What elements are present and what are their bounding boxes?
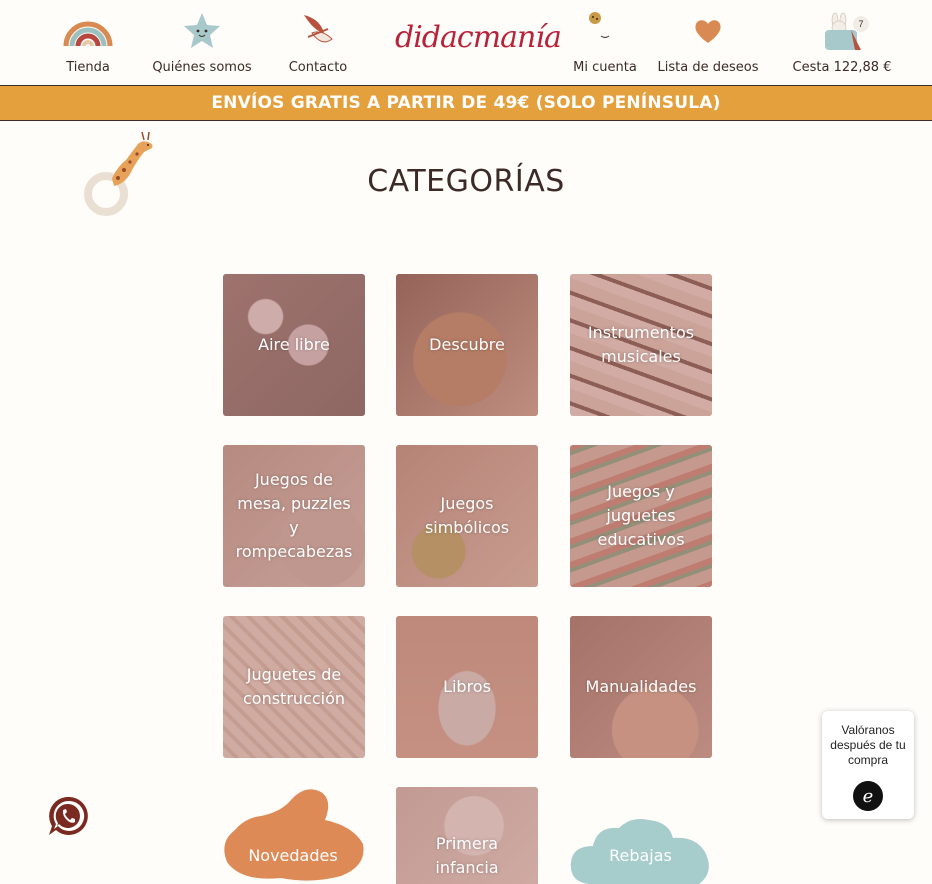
- nav-lista-deseos-label: Lista de deseos: [657, 60, 759, 75]
- nav-cesta[interactable]: 7 Cesta 122,88 €: [782, 8, 902, 75]
- category-manualidades[interactable]: Manualidades: [570, 616, 712, 758]
- category-label: Aire libre: [258, 335, 330, 354]
- category-label: Novedades: [248, 845, 338, 865]
- heart-icon: [648, 8, 768, 54]
- nav-quienes-somos[interactable]: Quiénes somos: [142, 8, 262, 75]
- review-widget[interactable]: Valóranos después de tu compra e: [822, 711, 914, 819]
- nav-contacto[interactable]: Contacto: [258, 8, 378, 75]
- category-label: Rebajas: [609, 845, 672, 865]
- whatsapp-button[interactable]: [46, 794, 90, 838]
- star-icon: [142, 8, 262, 54]
- category-instrumentos-musicales[interactable]: Instrumentos musicales: [570, 274, 712, 416]
- basket-icon: [782, 8, 902, 54]
- category-rebajas[interactable]: Rebajas: [569, 816, 712, 884]
- trusted-shops-icon: e: [853, 781, 883, 811]
- nav-mi-cuenta-label: Mi cuenta: [573, 60, 637, 75]
- nav-cesta-label: Cesta 122,88 €: [792, 60, 892, 75]
- logo-text: didacmanía: [395, 20, 562, 55]
- category-juegos-mesa-puzzles[interactable]: Juegos de mesa, puzzles y rompecabezas: [223, 445, 365, 587]
- whatsapp-icon: [49, 796, 88, 835]
- category-label: Juegos simbólicos: [424, 494, 510, 537]
- category-juguetes-construccion[interactable]: Juguetes de construcción: [223, 616, 365, 758]
- category-label: Manualidades: [585, 677, 697, 696]
- category-aire-libre[interactable]: Aire libre: [223, 274, 365, 416]
- review-widget-text: Valóranos después de tu compra: [830, 723, 906, 767]
- category-label: Libros: [443, 677, 491, 696]
- category-primera-infancia[interactable]: Primera infancia: [396, 787, 538, 884]
- rainbow-icon: [28, 8, 148, 54]
- category-juegos-simbolicos[interactable]: Juegos simbólicos: [396, 445, 538, 587]
- page-title: CATEGORÍAS: [367, 164, 565, 199]
- category-label: Juegos de mesa, puzzles y rompecabezas: [235, 470, 353, 561]
- free-shipping-banner: ENVÍOS GRATIS A PARTIR DE 49€ (SOLO PENÍ…: [0, 86, 932, 121]
- category-label: Juegos y juguetes educativos: [597, 482, 685, 549]
- category-label: Primera infancia: [435, 833, 499, 877]
- cart-count-badge: 7: [853, 16, 869, 32]
- svg-text:e: e: [863, 786, 874, 807]
- blob-shape: [224, 789, 364, 881]
- category-label: Instrumentos musicales: [587, 323, 695, 366]
- nav-tienda-label: Tienda: [66, 60, 110, 75]
- bird-icon: [258, 8, 378, 54]
- nav-quienes-somos-label: Quiénes somos: [152, 60, 252, 75]
- nav-lista-deseos[interactable]: Lista de deseos: [648, 8, 768, 75]
- site-logo[interactable]: didacmanía: [395, 20, 562, 64]
- category-label: Descubre: [429, 335, 505, 354]
- moon-icon: [545, 8, 665, 54]
- banner-text: ENVÍOS GRATIS A PARTIR DE 49€ (SOLO PENÍ…: [211, 93, 721, 113]
- category-libros[interactable]: Libros: [396, 616, 538, 758]
- category-descubre[interactable]: Descubre: [396, 274, 538, 416]
- category-novedades[interactable]: Novedades: [221, 786, 365, 884]
- category-label: Juguetes de construcción: [242, 665, 346, 708]
- nav-tienda[interactable]: Tienda: [28, 8, 148, 75]
- site-header: Tienda Quiénes somos Contacto didacmanía: [0, 0, 932, 86]
- category-juegos-juguetes-educativos[interactable]: Juegos y juguetes educativos: [570, 445, 712, 587]
- nav-contacto-label: Contacto: [288, 60, 348, 75]
- nav-mi-cuenta[interactable]: Mi cuenta: [545, 8, 665, 75]
